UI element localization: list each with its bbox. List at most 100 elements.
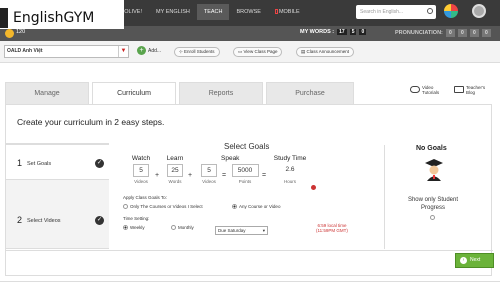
apply-opt1-label: Only The Courses or Videos I Select: [130, 204, 203, 209]
step-number: 1: [17, 158, 23, 168]
steps-sidebar: 1 Set Goals ✓ 2 Select Videos ✓: [6, 143, 109, 249]
points-value: 5000: [231, 164, 259, 177]
equals-icon: =: [262, 172, 267, 179]
tab-curriculum[interactable]: Curriculum: [92, 82, 176, 105]
coin-count: 120: [16, 29, 26, 35]
words-count-3: 0: [359, 29, 367, 35]
nav-mobile[interactable]: MOBILE: [268, 4, 307, 20]
coin-icon: [5, 29, 14, 38]
next-button[interactable]: › Next: [455, 253, 494, 268]
radio-icon: [123, 204, 128, 210]
search-icon[interactable]: [427, 8, 433, 14]
local-time-note: 6:59 local time (11:59PM GMT): [316, 223, 348, 233]
blog-icon: [454, 86, 464, 93]
logo-area: EnglishGYM: [0, 0, 124, 29]
info-icon[interactable]: [311, 185, 316, 190]
points-goal: . 5000 Points: [228, 155, 262, 184]
nav-browse[interactable]: BROWSE: [229, 4, 267, 20]
class-toolbar: OALD Anh Việt ▼ + Add... ⊹ Enroll Studen…: [0, 41, 500, 63]
logo[interactable]: EnglishGYM: [13, 10, 94, 26]
view-class-page-button[interactable]: ▭ View Class Page: [233, 47, 283, 57]
study-header: Study Time: [273, 155, 307, 162]
phone-icon: [274, 9, 278, 15]
pronunciation-label: PRONUNCIATION:: [395, 30, 443, 36]
show-only-line2: Progress: [420, 205, 445, 211]
my-words-label: MY WORDS :: [300, 29, 335, 35]
plus-icon: +: [137, 46, 146, 55]
nav-my-english[interactable]: MY ENGLISH: [149, 4, 197, 20]
divider: [384, 145, 385, 249]
equals-icon: =: [222, 172, 227, 179]
class-select-value: OALD Anh Việt: [7, 48, 43, 54]
class-announcement-button[interactable]: ▤ Class Announcement: [296, 47, 355, 57]
show-only-progress-radio[interactable]: [430, 215, 435, 220]
learn-input[interactable]: 25: [167, 164, 183, 177]
monthly-label: Monthly: [178, 225, 194, 230]
show-only-progress-label: Show only Student Progress: [398, 196, 468, 212]
watch-unit: Videos: [134, 179, 148, 184]
divider: [0, 281, 500, 282]
chevron-down-icon: ▾: [262, 228, 265, 233]
chevron-down-icon[interactable]: ▼: [118, 46, 128, 57]
divider: [6, 250, 493, 251]
user-menu-icon[interactable]: [472, 4, 486, 18]
apply-option-selected-only[interactable]: Only The Courses or Videos I Select: [123, 204, 203, 210]
learn-goal: Learn 25 Words: [159, 155, 191, 184]
study-time: Study Time 2.6 Hours: [270, 155, 310, 184]
enroll-students-button[interactable]: ⊹ Enroll Students: [174, 47, 220, 57]
pron-box: 0: [457, 29, 467, 37]
watch-header: Watch: [131, 155, 151, 162]
view-page-label: View Class Page: [243, 49, 278, 54]
apply-option-any[interactable]: Any Course or Video: [232, 204, 281, 210]
step-label: Set Goals: [27, 161, 52, 167]
student-graduate-icon: [425, 159, 443, 181]
study-unit: Hours: [283, 179, 296, 184]
notifications-icon[interactable]: [444, 4, 458, 18]
add-class-button[interactable]: + Add...: [137, 46, 161, 55]
watch-input[interactable]: 5: [133, 164, 149, 177]
weekly-label: Weekly: [130, 225, 145, 230]
add-label: Add...: [148, 47, 162, 54]
check-icon: ✓: [95, 159, 104, 168]
chat-icon: [410, 86, 420, 93]
step-set-goals[interactable]: 1 Set Goals ✓: [6, 144, 109, 180]
due-value: Due Saturday: [218, 228, 246, 233]
tab-manage[interactable]: Manage: [5, 82, 89, 104]
due-day-select[interactable]: Due Saturday ▾: [215, 226, 268, 235]
speak-input[interactable]: 5: [201, 164, 217, 177]
pron-box: 0: [481, 29, 491, 37]
tabs-area: Manage Curriculum Reports Purchase Video…: [0, 64, 500, 105]
enroll-label: Enroll Students: [184, 49, 215, 54]
search-input[interactable]: Search in English...: [356, 5, 436, 19]
blog-line2: Blog: [466, 90, 476, 95]
search-placeholder: Search in English...: [360, 9, 404, 15]
pron-box: 0: [445, 29, 455, 37]
nav-mobile-label: MOBILE: [278, 9, 300, 15]
step-select-videos[interactable]: 2 Select Videos ✓: [6, 204, 109, 240]
teachers-blog-link[interactable]: Teacher's Blog: [454, 85, 485, 95]
class-select[interactable]: OALD Anh Việt ▼: [4, 45, 129, 58]
radio-icon: [171, 225, 176, 231]
announcement-label: Class Announcement: [306, 49, 350, 54]
video-tutorials-link[interactable]: Video Tutorials: [410, 85, 440, 95]
apply-goals-label: Apply Class Goals To:: [123, 195, 167, 200]
plus-icon: +: [188, 172, 193, 179]
next-label: Next: [470, 257, 481, 263]
page-title: Create your curriculum in 2 easy steps.: [17, 117, 165, 127]
radio-checked-icon: [232, 204, 237, 210]
local-time-line2: (11:59PM GMT): [316, 228, 348, 233]
my-words: MY WORDS : 17 5 0: [300, 29, 367, 35]
video-tutorials-line2: Tutorials: [422, 90, 440, 95]
tab-reports[interactable]: Reports: [179, 82, 263, 104]
nav-teach[interactable]: TEACH: [196, 4, 230, 20]
no-goals-title: No Goals: [416, 145, 447, 152]
time-option-weekly[interactable]: Weekly: [123, 225, 145, 231]
pron-box: 0: [469, 29, 479, 37]
apply-opt2-label: Any Course or Video: [239, 204, 281, 209]
step-label: Select Videos: [27, 218, 61, 224]
tab-purchase[interactable]: Purchase: [266, 82, 354, 104]
show-only-line1: Show only Student: [407, 197, 459, 203]
speak-unit: Videos: [202, 179, 216, 184]
time-option-monthly[interactable]: Monthly: [171, 225, 194, 231]
curriculum-panel: Create your curriculum in 2 easy steps. …: [5, 104, 494, 276]
